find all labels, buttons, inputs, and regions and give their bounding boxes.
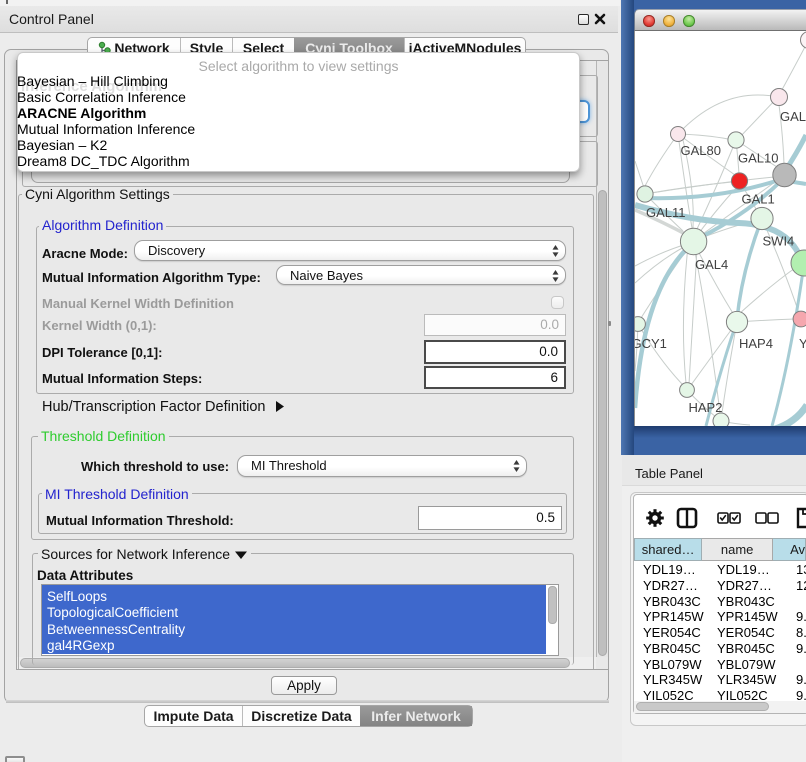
svg-text:GAL4: GAL4 [695,257,728,272]
svg-text:GAL11: GAL11 [646,205,686,220]
svg-text:GAL80: GAL80 [681,143,721,158]
svg-text:SWI4: SWI4 [763,234,795,249]
svg-text:GCY1: GCY1 [635,336,667,351]
svg-text:HAP4: HAP4 [739,336,773,351]
svg-text:YP: YP [799,336,806,351]
svg-text:GAL7: GAL7 [780,109,806,124]
svg-text:HAP2: HAP2 [689,400,723,415]
svg-text:GAL1: GAL1 [742,192,775,207]
svg-text:GAL10: GAL10 [738,151,778,166]
